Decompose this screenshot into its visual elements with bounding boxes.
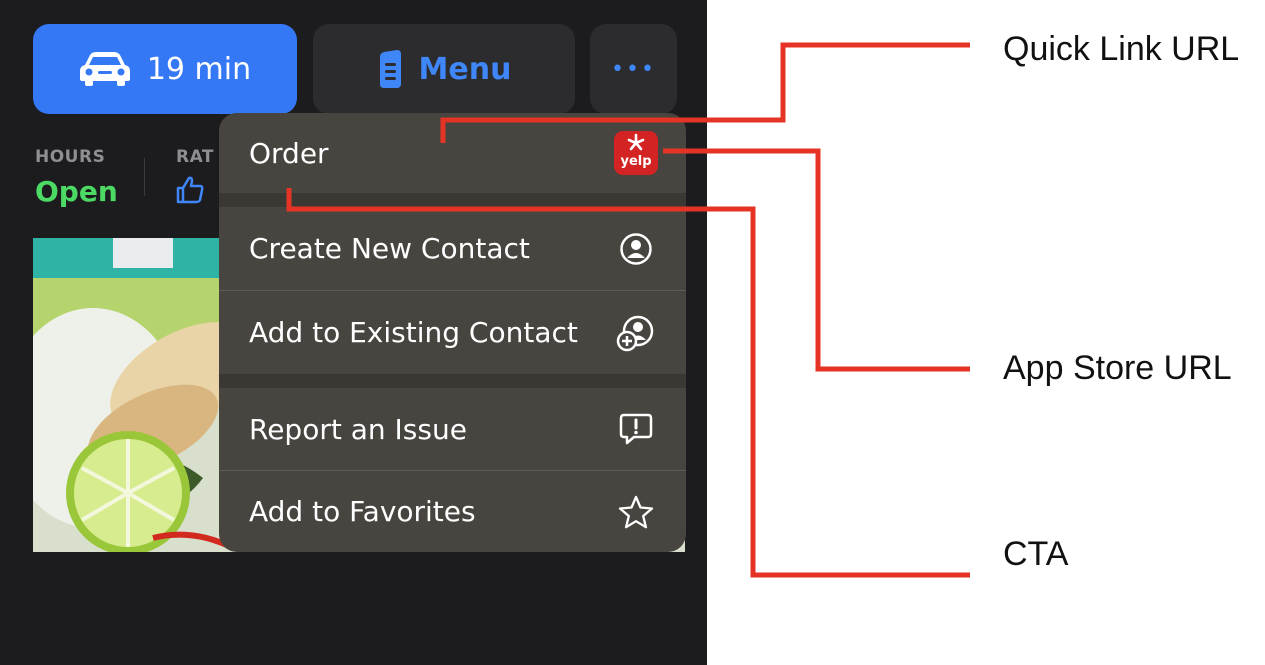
context-menu: Order yelp Create New Contact Add to Exi… (219, 113, 686, 552)
exclamation-bubble-icon (616, 409, 656, 449)
drive-time-label: 19 min (146, 51, 252, 87)
menu-item-report-issue[interactable]: Report an Issue (219, 388, 686, 470)
menu-item-create-contact[interactable]: Create New Contact (219, 207, 686, 290)
more-button[interactable]: ••• (590, 24, 677, 114)
menu-item-add-existing-contact[interactable]: Add to Existing Contact (219, 291, 686, 374)
menu-item-add-favorites[interactable]: Add to Favorites (219, 471, 686, 552)
menu-item-order[interactable]: Order yelp (219, 113, 686, 193)
cta-annotation: CTA (1003, 535, 1069, 573)
person-add-icon (616, 313, 656, 353)
yelp-app-icon: yelp (614, 131, 658, 175)
app-store-url-annotation: App Store URL (1003, 349, 1232, 387)
person-circle-icon (616, 229, 656, 269)
menu-label: Menu (418, 51, 512, 87)
maps-place-card: 19 min Menu ••• HOURS Open RAT Order yel… (0, 0, 707, 665)
menu-section-gap (219, 193, 686, 207)
car-icon (79, 51, 131, 87)
hours-label: HOURS (35, 147, 106, 167)
yelp-wordmark: yelp (620, 154, 652, 169)
app-store-leader (663, 148, 970, 372)
ellipsis-icon: ••• (611, 56, 656, 82)
directions-button[interactable]: 19 min (33, 24, 297, 114)
info-divider (144, 158, 145, 196)
quick-link-url-annotation: Quick Link URL (1003, 30, 1240, 68)
menu-button[interactable]: Menu (313, 24, 575, 114)
thumbs-up-icon (174, 174, 206, 211)
ratings-label: RAT (176, 147, 215, 167)
hours-status: Open (35, 175, 118, 208)
menu-section-gap (219, 374, 686, 388)
star-icon (616, 492, 656, 532)
menu-book-icon (377, 49, 403, 89)
